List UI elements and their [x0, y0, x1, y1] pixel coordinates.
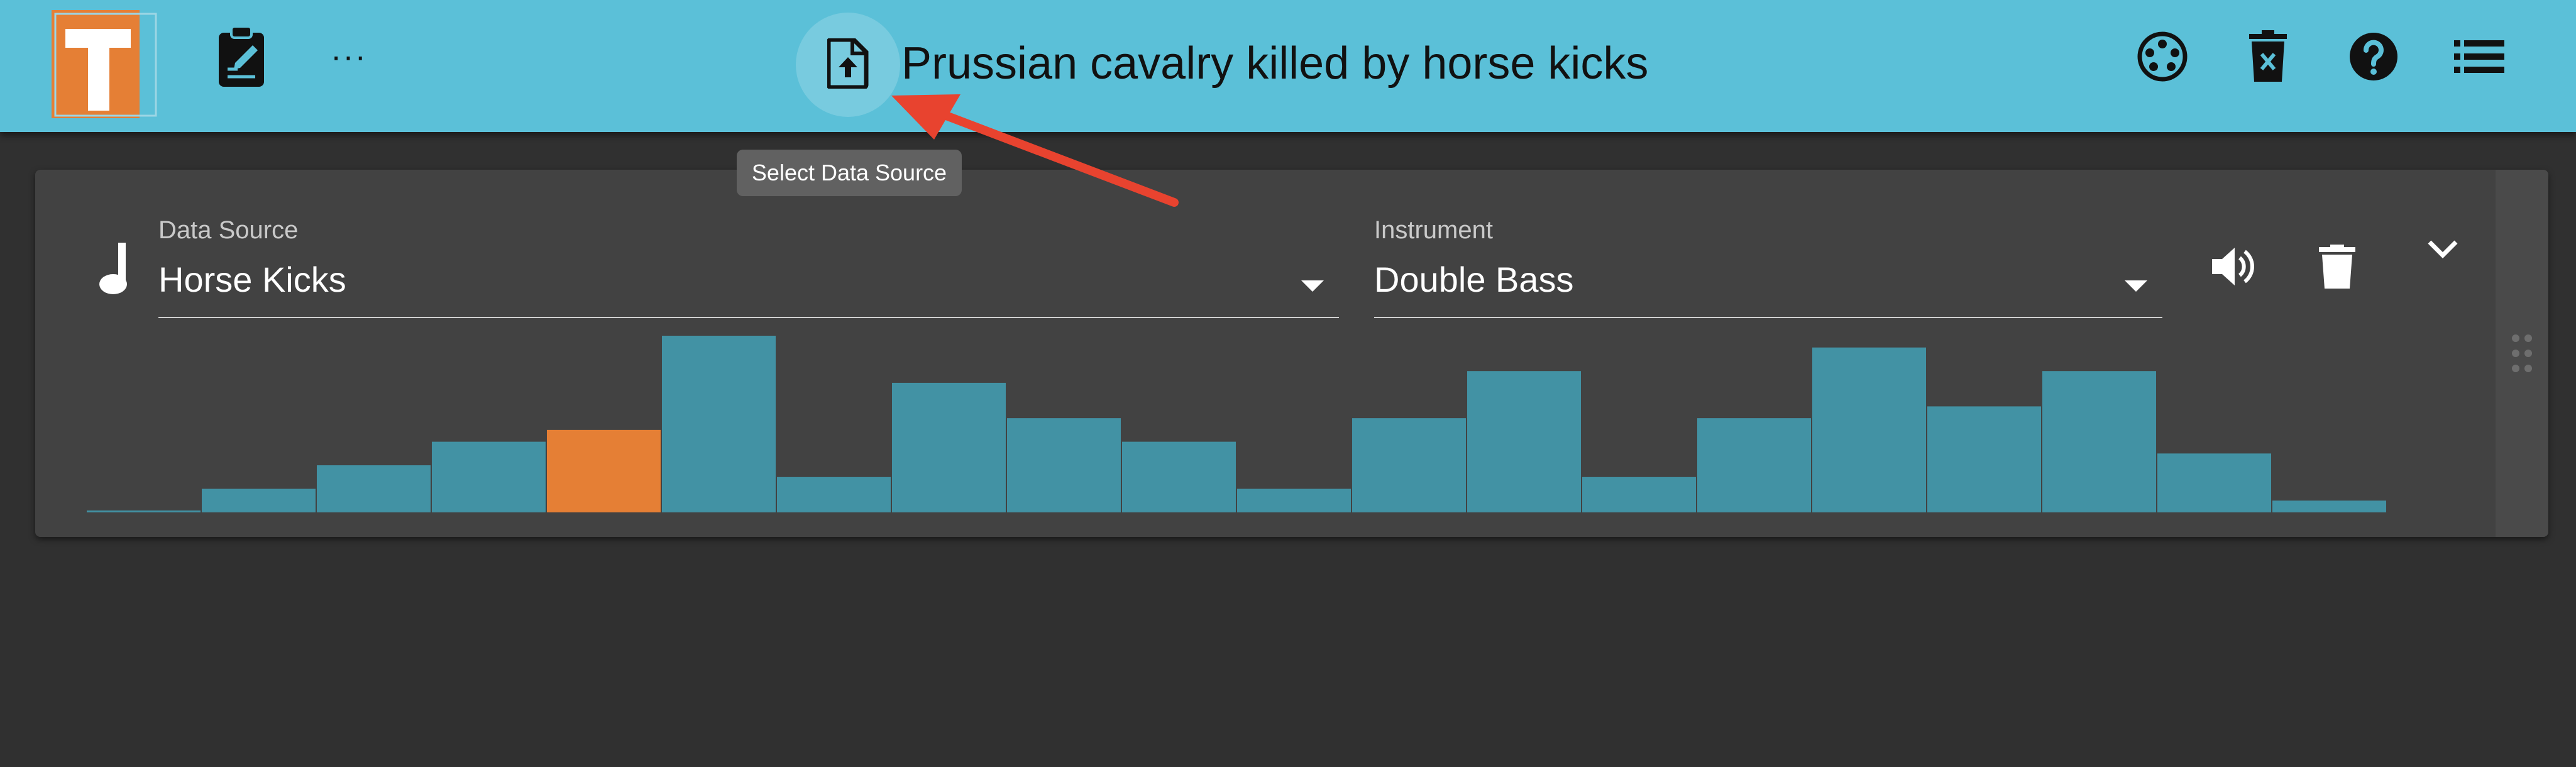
chart-bar: [1122, 441, 1236, 512]
chart-bar: [1927, 406, 2041, 512]
chart-bar: [2272, 500, 2386, 512]
drag-handle-icon[interactable]: [2496, 170, 2548, 537]
tooltip-select-data-source: Select Data Source: [737, 150, 962, 196]
select-data-source-button[interactable]: [796, 13, 900, 117]
chart-bar: [87, 510, 201, 512]
help-icon[interactable]: [2342, 25, 2405, 88]
midi-port-icon[interactable]: [2131, 25, 2194, 88]
data-chart: [87, 336, 2386, 512]
chart-bar: [1352, 418, 1466, 512]
chart-bar: [202, 488, 316, 512]
more-horizontal-icon[interactable]: ···: [321, 25, 377, 88]
chart-bar: [317, 465, 431, 512]
clipboard-edit-icon[interactable]: [210, 25, 273, 88]
app-toolbar: ··· Prussian cavalry killed by horse kic…: [0, 0, 2576, 132]
file-upload-icon: [826, 37, 869, 92]
chart-bar-highlighted: [547, 429, 661, 512]
chart-bar: [2042, 371, 2156, 512]
chart-bar: [1812, 347, 1926, 512]
chart-bar: [892, 382, 1006, 512]
more-label: ···: [331, 38, 367, 75]
chart-bar: [1467, 371, 1581, 512]
chart-bar: [777, 477, 891, 512]
logo-icon[interactable]: [52, 10, 160, 118]
chart-bar: [1697, 418, 1811, 512]
chart-bar: [1237, 488, 1351, 512]
chart-bar: [662, 336, 776, 512]
chart-bar: [432, 441, 546, 512]
delete-all-icon[interactable]: [2237, 25, 2299, 88]
list-menu-icon[interactable]: [2448, 25, 2511, 88]
chart-bar: [1582, 477, 1696, 512]
chart-bar: [1007, 418, 1121, 512]
track-card: Data Source Horse Kicks Instrument Doubl…: [35, 170, 2548, 537]
chart-bar: [2157, 453, 2271, 512]
page-title: Prussian cavalry killed by horse kicks: [901, 38, 1649, 89]
